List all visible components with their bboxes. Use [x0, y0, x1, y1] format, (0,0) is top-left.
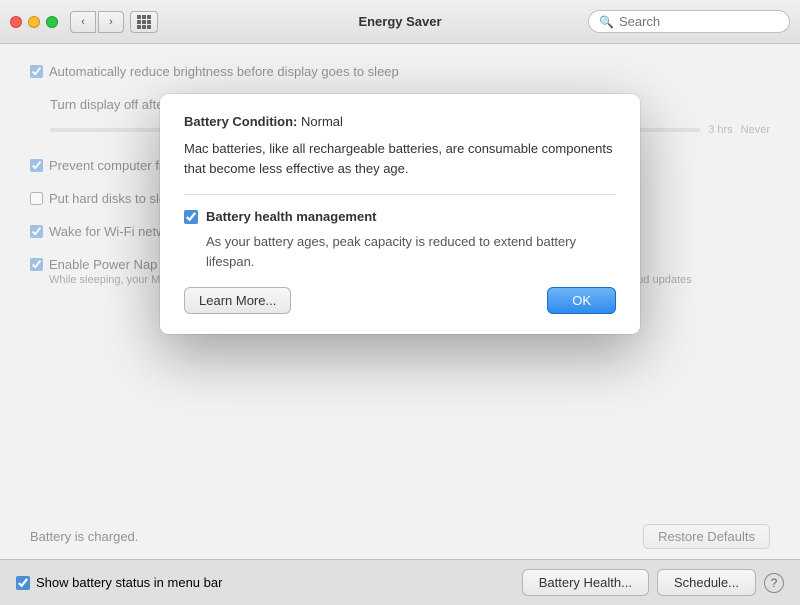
dialog-body-text: Mac batteries, like all rechargeable bat… [184, 139, 616, 178]
dialog-checkbox-desc: As your battery ages, peak capacity is r… [206, 232, 616, 271]
dialog-checkbox-row: Battery health management [184, 209, 616, 224]
dialog-actions: Learn More... OK [184, 287, 616, 314]
dialog-title-row: Battery Condition: Normal [184, 114, 616, 129]
battery-health-label: Battery health management [206, 209, 377, 224]
battery-health-checkbox[interactable] [184, 210, 198, 224]
traffic-lights [10, 16, 58, 28]
nav-buttons: ‹ › [70, 11, 124, 33]
titlebar: ‹ › Energy Saver 🔍 [0, 0, 800, 44]
maximize-button[interactable] [46, 16, 58, 28]
search-icon: 🔍 [599, 15, 614, 29]
dialog-title: Battery Condition: Normal [184, 114, 343, 129]
search-input[interactable] [619, 14, 779, 29]
learn-more-button[interactable]: Learn More... [184, 287, 291, 314]
minimize-button[interactable] [28, 16, 40, 28]
search-bar[interactable]: 🔍 [588, 10, 790, 33]
battery-dialog: Battery Condition: Normal Mac batteries,… [160, 94, 640, 334]
forward-button[interactable]: › [98, 11, 124, 33]
grid-icon [137, 15, 151, 29]
close-button[interactable] [10, 16, 22, 28]
dialog-overlay: Battery Condition: Normal Mac batteries,… [0, 44, 800, 605]
window-title: Energy Saver [358, 14, 441, 29]
dialog-condition: Normal [301, 114, 343, 129]
ok-button[interactable]: OK [547, 287, 616, 314]
dialog-divider [184, 194, 616, 195]
grid-button[interactable] [130, 11, 158, 33]
main-content: Automatically reduce brightness before d… [0, 44, 800, 605]
back-button[interactable]: ‹ [70, 11, 96, 33]
